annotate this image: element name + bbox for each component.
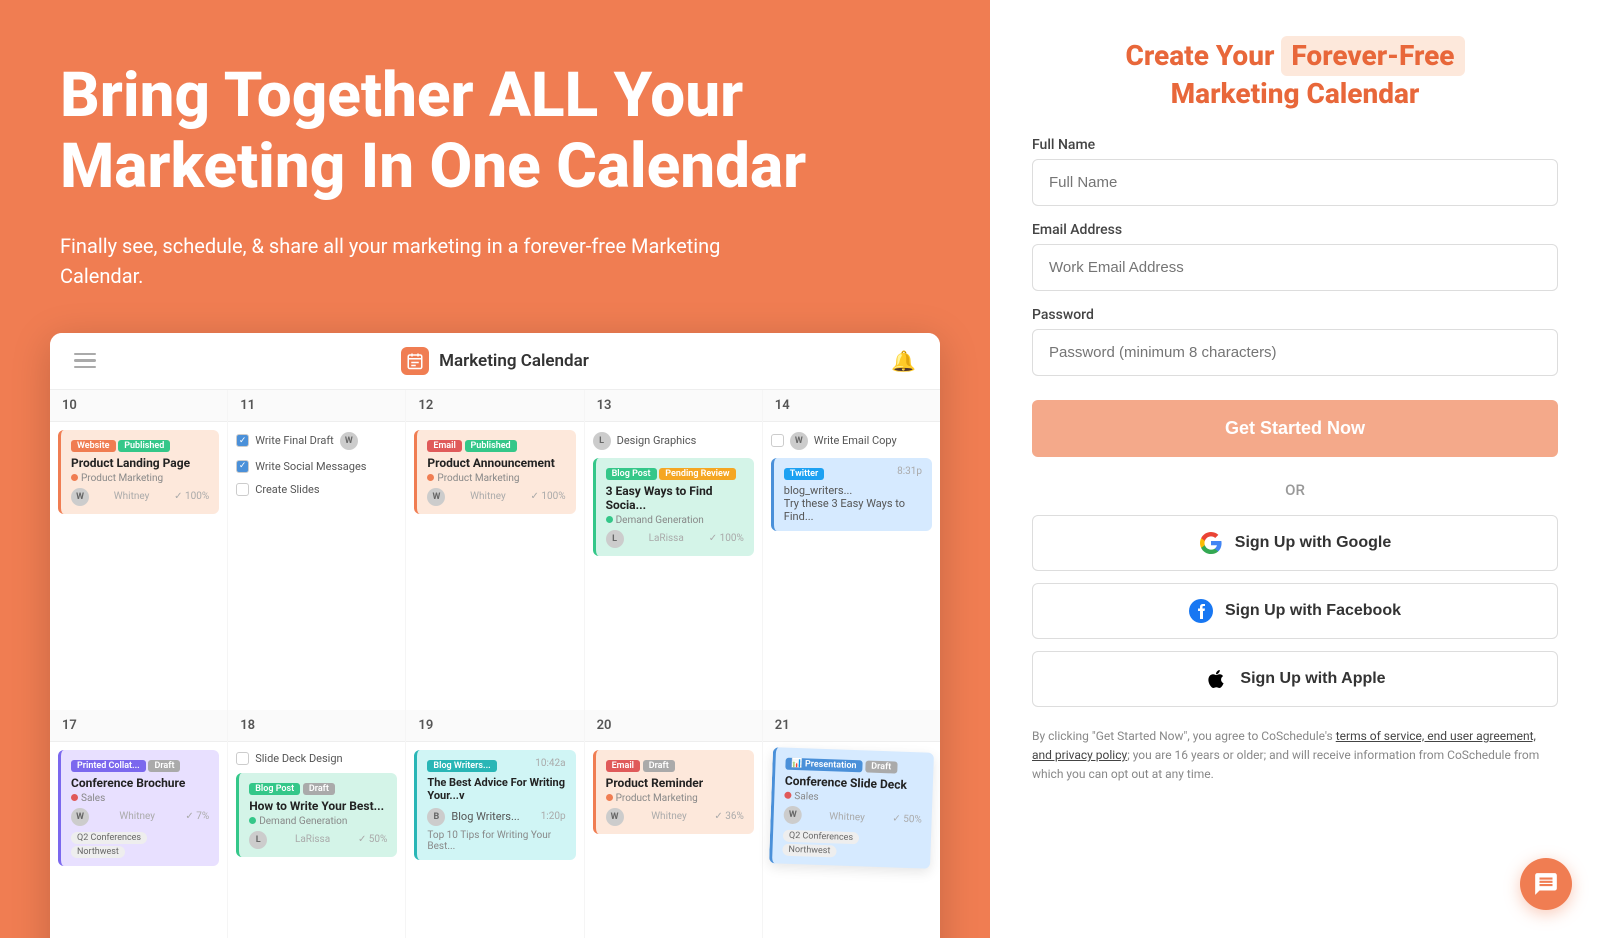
email-label: Email Address [1032, 222, 1558, 238]
or-divider: OR [1032, 481, 1558, 499]
calendar-col-19: 19 Blog Writers... 10:42a The Best Advic… [406, 710, 583, 938]
card-blog3: Blog Writers... 10:42a The Best Advice F… [414, 750, 575, 860]
full-name-group: Full Name [1032, 137, 1558, 206]
terms-text: By clicking "Get Started Now", you agree… [1032, 727, 1558, 785]
card-website: Website Published Product Landing Page P… [58, 430, 219, 514]
terms-link[interactable]: terms of service, end user agreement, an… [1032, 729, 1536, 762]
full-name-input[interactable] [1032, 159, 1558, 206]
google-icon [1199, 531, 1223, 555]
hero-subtitle: Finally see, schedule, & share all your … [60, 231, 780, 291]
right-panel: Create Your Forever-Free Marketing Calen… [990, 0, 1600, 938]
calendar-col-18: 18 Slide Deck Design Blog Post Draft How… [228, 710, 405, 938]
google-signup-button[interactable]: Sign Up with Google [1032, 515, 1558, 571]
hero-title: Bring Together ALL Your Marketing In One… [60, 60, 930, 203]
calendar-icon [401, 347, 429, 375]
calendar-grid-row1: 10 Website Published Product Landing Pag… [50, 390, 940, 710]
hamburger-icon [74, 353, 96, 369]
card-twitter: Twitter 8:31p blog_writers...Try these 3… [771, 458, 932, 531]
password-label: Password [1032, 307, 1558, 323]
card-print: Printed Collat... Draft Conference Broch… [58, 750, 219, 866]
form-title: Create Your Forever-Free Marketing Calen… [1032, 36, 1558, 113]
full-name-label: Full Name [1032, 137, 1558, 153]
card-email: Email Published Product Announcement Pro… [414, 430, 575, 514]
form-heading: Create Your Forever-Free Marketing Calen… [1032, 36, 1558, 113]
chat-button[interactable] [1520, 858, 1572, 910]
calendar-col-17: 17 Printed Collat... Draft Conference Br… [50, 710, 227, 938]
email-input[interactable] [1032, 244, 1558, 291]
get-started-button[interactable]: Get Started Now [1032, 400, 1558, 457]
email-group: Email Address [1032, 222, 1558, 291]
card-blog: Blog Post Pending Review 3 Easy Ways to … [593, 458, 754, 556]
calendar-mockup: Marketing Calendar 🔔 10 Website Publishe… [50, 333, 940, 938]
bell-icon: 🔔 [891, 349, 916, 373]
forever-free-badge: Forever-Free [1281, 36, 1464, 76]
calendar-col-13: 13 L Design Graphics Blog Post Pending R… [585, 390, 762, 710]
apple-button-label: Sign Up with Apple [1240, 670, 1385, 688]
calendar-col-12: 12 Email Published Product Announcement … [406, 390, 583, 710]
facebook-signup-button[interactable]: Sign Up with Facebook [1032, 583, 1558, 639]
calendar-col-20: 20 Email Draft Product Reminder Product … [585, 710, 762, 938]
checkbox-empty: □ [236, 483, 249, 496]
card-blog2: Blog Post Draft How to Write Your Best..… [236, 773, 397, 857]
checkbox-checked: ✓ [236, 434, 249, 447]
apple-signup-button[interactable]: Sign Up with Apple [1032, 651, 1558, 707]
google-button-label: Sign Up with Google [1235, 534, 1391, 552]
password-group: Password [1032, 307, 1558, 376]
password-input[interactable] [1032, 329, 1558, 376]
card-presentation: 📊 Presentation Draft Conference Slide De… [769, 747, 934, 869]
calendar-col-21: 21 📊 Presentation Draft Conference Slide… [763, 710, 940, 938]
calendar-col-14: 14 W Write Email Copy Twitter 8:31p blog… [763, 390, 940, 710]
left-panel: Bring Together ALL Your Marketing In One… [0, 0, 990, 938]
facebook-icon [1189, 599, 1213, 623]
card-email2: Email Draft Product Reminder Product Mar… [593, 750, 754, 834]
checkbox-checked2: ✓ [236, 460, 249, 473]
calendar-col-11: 11 ✓ Write Final Draft W ✓ Write Social … [228, 390, 405, 710]
calendar-grid-row2: 17 Printed Collat... Draft Conference Br… [50, 710, 940, 938]
calendar-header: Marketing Calendar 🔔 [50, 333, 940, 390]
apple-icon [1204, 667, 1228, 691]
calendar-title: Marketing Calendar [401, 347, 589, 375]
calendar-col-10: 10 Website Published Product Landing Pag… [50, 390, 227, 710]
facebook-button-label: Sign Up with Facebook [1225, 602, 1401, 620]
